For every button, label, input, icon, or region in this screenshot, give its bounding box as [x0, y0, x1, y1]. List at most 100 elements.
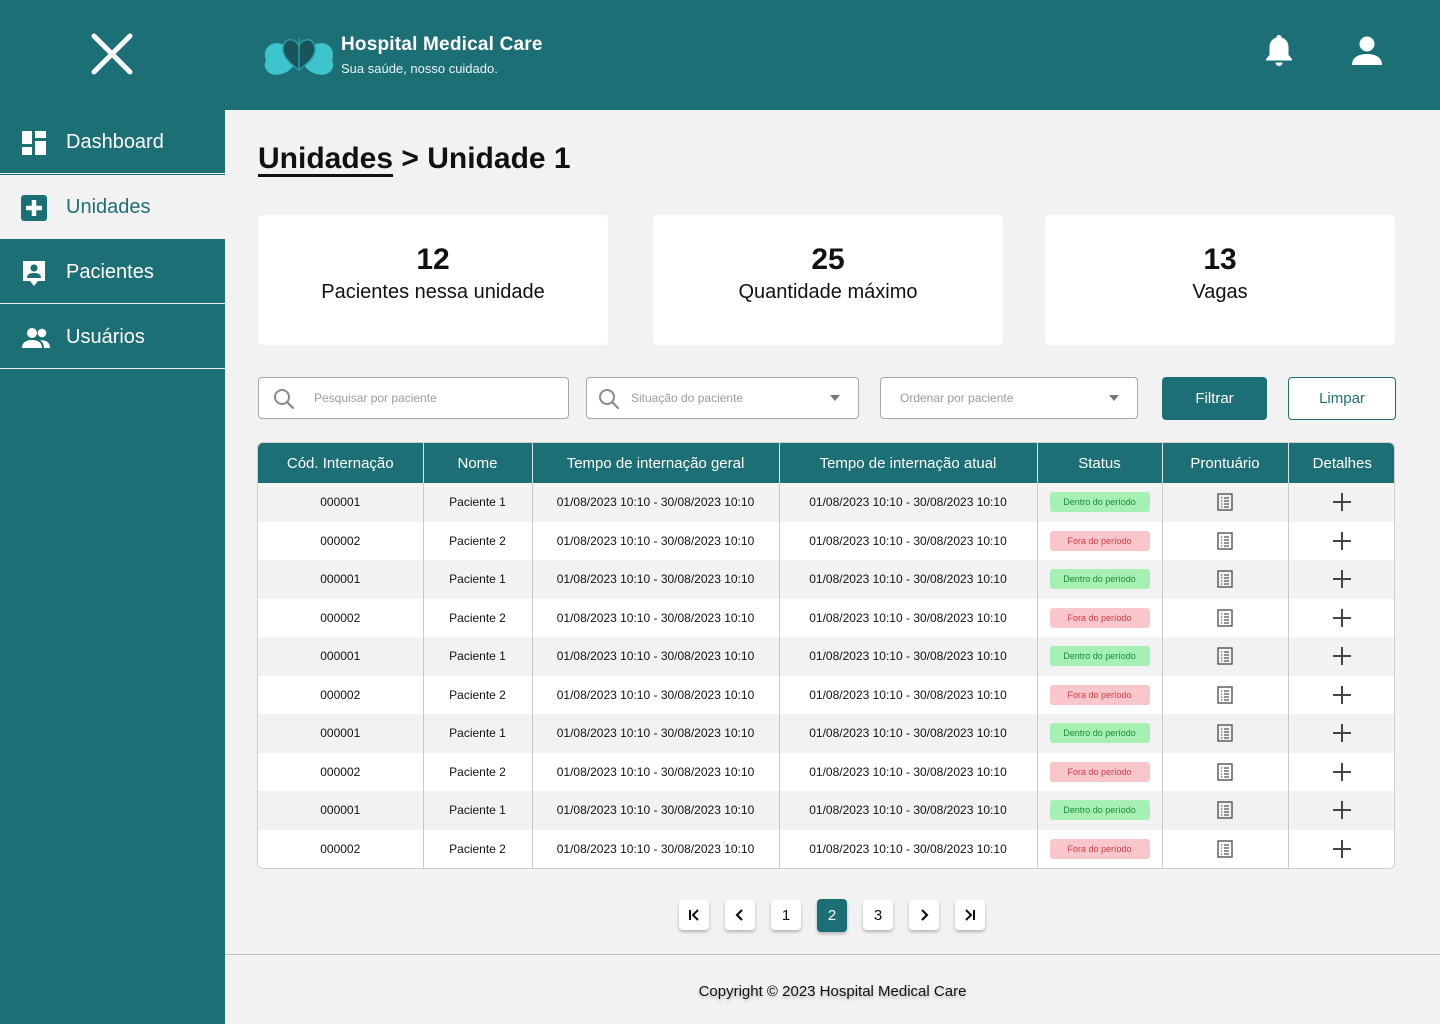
table-row: 000002 Paciente 2 01/08/2023 10:10 - 30/08…	[258, 598, 1394, 638]
cell-record	[1162, 791, 1289, 830]
medical-record-icon[interactable]	[1217, 647, 1233, 665]
medical-record-icon[interactable]	[1217, 840, 1233, 858]
cell-name: Paciente 1	[423, 637, 533, 676]
column-header: Nome	[423, 443, 533, 483]
search-icon	[599, 389, 620, 410]
column-header: Tempo de internação atual	[779, 443, 1038, 483]
order-select[interactable]: Ordenar por paciente	[880, 377, 1138, 419]
order-placeholder: Ordenar por paciente	[900, 391, 1014, 405]
sidebar-item-usuarios[interactable]: Usuários	[0, 305, 225, 369]
add-details-icon[interactable]	[1332, 839, 1352, 859]
first-page-button[interactable]	[679, 900, 709, 930]
cell-general-time: 01/08/2023 10:10 - 30/08/2023 10:10	[532, 791, 780, 830]
breadcrumb-parent-link[interactable]: Unidades	[258, 142, 393, 175]
cell-general-time: 01/08/2023 10:10 - 30/08/2023 10:10	[532, 675, 780, 714]
add-details-icon[interactable]	[1332, 646, 1352, 666]
cell-general-time: 01/08/2023 10:10 - 30/08/2023 10:10	[532, 829, 780, 868]
sidebar-item-label: Pacientes	[66, 261, 154, 283]
cell-status: Fora do período	[1037, 675, 1163, 714]
user-profile-icon[interactable]	[1350, 34, 1384, 68]
add-details-icon[interactable]	[1332, 531, 1352, 551]
cell-record	[1162, 675, 1289, 714]
sidebar-item-dashboard[interactable]: Dashboard	[0, 110, 225, 174]
cell-code: 000002	[258, 675, 424, 714]
status-badge: Fora do período	[1049, 684, 1150, 705]
search-icon	[274, 389, 295, 410]
medical-record-icon[interactable]	[1217, 686, 1233, 704]
cell-record	[1162, 560, 1289, 599]
add-details-icon[interactable]	[1332, 685, 1352, 705]
cell-name: Paciente 1	[423, 714, 533, 753]
table-row: 000001 Paciente 1 01/08/2023 10:10 - 30/08…	[258, 714, 1394, 753]
close-menu-icon[interactable]	[88, 30, 136, 78]
medical-record-icon[interactable]	[1217, 609, 1233, 627]
stat-card-max-capacity: 25 Quantidade máximo	[653, 215, 1003, 345]
table-header-row: Cód. Internação Nome Tempo de internação…	[258, 443, 1394, 483]
cell-code: 000002	[258, 829, 424, 868]
last-page-button[interactable]	[955, 900, 985, 930]
page-button-3[interactable]: 3	[863, 900, 893, 930]
add-details-icon[interactable]	[1332, 569, 1352, 589]
cell-current-time: 01/08/2023 10:10 - 30/08/2023 10:10	[779, 714, 1038, 753]
medical-record-icon[interactable]	[1217, 570, 1233, 588]
medical-record-icon[interactable]	[1217, 493, 1233, 511]
cell-details	[1288, 599, 1394, 638]
cell-general-time: 01/08/2023 10:10 - 30/08/2023 10:10	[532, 598, 780, 637]
cell-code: 000002	[258, 752, 424, 791]
cell-code: 000001	[258, 560, 424, 599]
cell-current-time: 01/08/2023 10:10 - 30/08/2023 10:10	[779, 521, 1038, 560]
add-details-icon[interactable]	[1332, 800, 1352, 820]
footer-copyright: Copyright © 2023 Hospital Medical Care	[698, 983, 967, 1000]
cell-status: Fora do período	[1037, 752, 1163, 791]
sidebar-item-pacientes[interactable]: Pacientes	[0, 240, 225, 304]
stat-card-vacancies: 13 Vagas	[1045, 215, 1395, 345]
chevron-down-icon	[1109, 395, 1119, 401]
add-details-icon[interactable]	[1332, 492, 1352, 512]
stat-value: 13	[1203, 243, 1237, 276]
table-row: 000001 Paciente 1 01/08/2023 10:10 - 30/08…	[258, 483, 1394, 522]
cell-general-time: 01/08/2023 10:10 - 30/08/2023 10:10	[532, 714, 780, 753]
cell-general-time: 01/08/2023 10:10 - 30/08/2023 10:10	[532, 521, 780, 560]
cell-general-time: 01/08/2023 10:10 - 30/08/2023 10:10	[532, 752, 780, 791]
sidebar-item-label: Dashboard	[66, 131, 164, 153]
cell-status: Fora do período	[1037, 598, 1163, 637]
cell-code: 000001	[258, 791, 424, 830]
table-row: 000002 Paciente 2 01/08/2023 10:10 - 30/08…	[258, 829, 1394, 868]
medical-record-icon[interactable]	[1217, 763, 1233, 781]
bell-icon[interactable]	[1262, 32, 1296, 68]
add-details-icon[interactable]	[1332, 608, 1352, 628]
status-select[interactable]: Situação do paciente	[586, 377, 859, 419]
table-row: 000001 Paciente 1 01/08/2023 10:10 - 30/08…	[258, 560, 1394, 599]
filter-button[interactable]: Filtrar	[1162, 377, 1267, 420]
search-input[interactable]: Pesquisar por paciente	[258, 377, 569, 419]
cell-current-time: 01/08/2023 10:10 - 30/08/2023 10:10	[779, 560, 1038, 599]
medical-record-icon[interactable]	[1217, 724, 1233, 742]
brand-subtitle: Sua saúde, nosso cuidado.	[341, 61, 498, 76]
cell-name: Paciente 1	[423, 560, 533, 599]
stat-label: Quantidade máximo	[738, 281, 918, 303]
cell-status: Dentro do período	[1037, 791, 1163, 830]
cell-status: Dentro do período	[1037, 637, 1163, 676]
medical-record-icon[interactable]	[1217, 532, 1233, 550]
column-header: Detalhes	[1312, 454, 1372, 472]
cell-details	[1288, 714, 1394, 753]
cell-record	[1162, 483, 1289, 522]
page-button-1[interactable]: 1	[771, 900, 801, 930]
cell-record	[1162, 714, 1289, 753]
prev-page-button[interactable]	[725, 900, 755, 930]
sidebar-item-unidades[interactable]: Unidades	[0, 175, 225, 239]
stat-value: 12	[416, 243, 450, 276]
table-row: 000002 Paciente 2 01/08/2023 10:10 - 30/08…	[258, 675, 1394, 714]
add-details-icon[interactable]	[1332, 762, 1352, 782]
status-badge: Fora do período	[1049, 607, 1150, 628]
cell-status: Dentro do período	[1037, 560, 1163, 599]
next-page-button[interactable]	[909, 900, 939, 930]
cell-code: 000001	[258, 483, 424, 522]
cell-name: Paciente 2	[423, 829, 533, 868]
cell-status: Fora do período	[1037, 829, 1163, 868]
add-details-icon[interactable]	[1332, 723, 1352, 743]
medical-record-icon[interactable]	[1217, 801, 1233, 819]
cell-current-time: 01/08/2023 10:10 - 30/08/2023 10:10	[779, 675, 1038, 714]
page-button-2[interactable]: 2	[817, 899, 847, 932]
clear-button[interactable]: Limpar	[1288, 377, 1396, 420]
